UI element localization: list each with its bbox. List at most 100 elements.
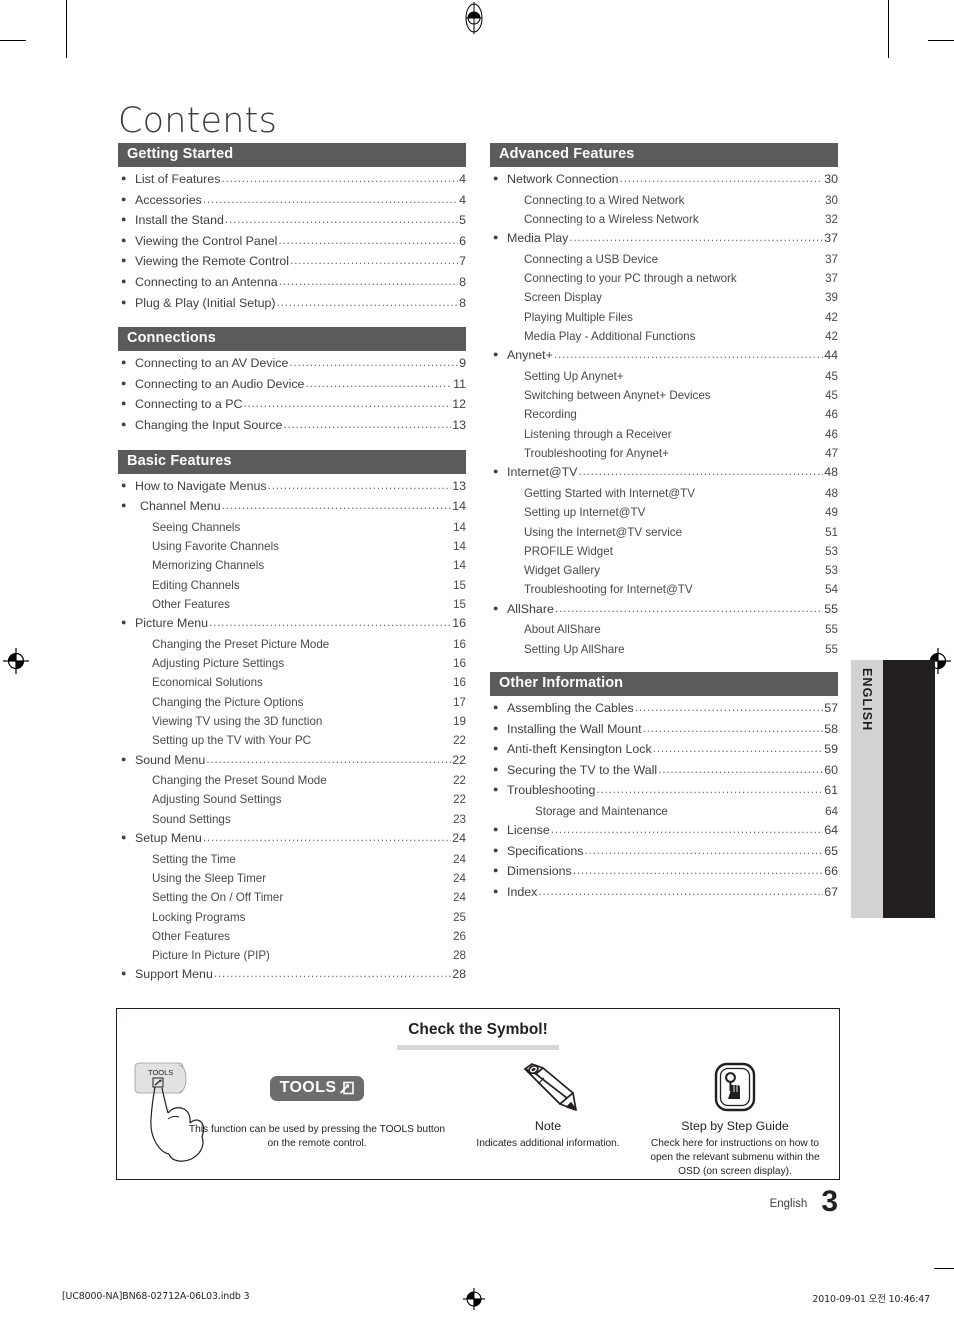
toc-subentry[interactable]: Setting Up Anynet+......................…	[490, 367, 838, 386]
bullet-icon: ●	[121, 173, 127, 183]
toc-subentry[interactable]: Connecting to a Wired Network...........…	[490, 191, 838, 210]
toc-subentry[interactable]: Storage and Maintenance.................…	[490, 802, 838, 821]
toc-subentry[interactable]: Listening through a Receiver............…	[490, 425, 838, 444]
toc-entry[interactable]: ● Plug & Play (Initial Setup)............…	[118, 294, 466, 315]
toc-subentry[interactable]: Adjusting Sound Settings................…	[118, 790, 466, 809]
toc-subentry[interactable]: Widget Gallery..........................…	[490, 561, 838, 580]
toc-subentry[interactable]: Setting up Internet@TV..................…	[490, 503, 838, 522]
toc-entry[interactable]: ● Accessories............................…	[118, 191, 466, 212]
toc-leader-dots: ........................................…	[267, 477, 452, 492]
toc-subentry[interactable]: Switching between Anynet+ Devices.......…	[490, 386, 838, 405]
toc-entry[interactable]: ● Connecting to an Antenna...............…	[118, 273, 466, 294]
toc-subentry[interactable]: Seeing Channels.........................…	[118, 518, 466, 537]
check-the-symbol-box: Check the Symbol! TOOLS TOOLS This funct…	[116, 1008, 840, 1180]
symbol-item-note: Note Indicates additional information.	[455, 1055, 641, 1151]
toc-entry-label: Plug & Play (Initial Setup)	[135, 295, 276, 310]
toc-subentry[interactable]: Setting the On / Off Timer..............…	[118, 888, 466, 907]
bullet-icon: ●	[121, 255, 127, 266]
toc-entry-label: Connecting to an Audio Device	[135, 376, 305, 391]
toc-entry[interactable]: ● Anynet+................................…	[490, 346, 838, 367]
toc-entry[interactable]: ● Viewing the Remote Control.............…	[118, 252, 466, 273]
toc-subentry[interactable]: About AllShare..........................…	[490, 620, 838, 639]
toc-entry-label: Other Features	[152, 929, 230, 943]
bullet-icon: ●	[493, 722, 499, 733]
toc-entry[interactable]: ● Connecting to an Audio Device..........…	[118, 375, 466, 396]
toc-entry-label: Setting the Time	[152, 852, 236, 866]
toc-entry[interactable]: ● Anti-theft Kensington Lock.............…	[490, 740, 838, 761]
toc-subentry[interactable]: Setting up the TV with Your PC..........…	[118, 731, 466, 750]
toc-subentry[interactable]: Locking Programs........................…	[118, 908, 466, 927]
toc-subentry[interactable]: Memorizing Channels.....................…	[118, 556, 466, 575]
toc-entry-label: Viewing TV using the 3D function	[152, 714, 323, 728]
toc-entry[interactable]: ● Connecting to an AV Device.............…	[118, 354, 466, 375]
toc-subentry[interactable]: Using the Sleep Timer...................…	[118, 869, 466, 888]
toc-entry[interactable]: ● Setup Menu.............................…	[118, 829, 466, 850]
toc-subentry[interactable]: Playing Multiple Files..................…	[490, 308, 838, 327]
toc-subentry[interactable]: Troubleshooting for Internet@TV.........…	[490, 580, 838, 599]
toc-entry[interactable]: ● AllShare...............................…	[490, 600, 838, 621]
toc-entry[interactable]: ● Viewing the Control Panel..............…	[118, 232, 466, 253]
toc-entry-label: Connecting to a Wireless Network	[524, 212, 699, 226]
toc-entry-label: Internet@TV	[507, 465, 578, 480]
toc-entry[interactable]: ● Network Connection.....................…	[490, 170, 838, 191]
toc-subentry[interactable]: Economical Solutions....................…	[118, 673, 466, 692]
symbol-item-note-name: Note	[534, 1119, 562, 1133]
toc-subentry[interactable]: Changing the Preset Picture Mode........…	[118, 635, 466, 654]
toc-subentry[interactable]: Using the Internet@TV service...........…	[490, 523, 838, 542]
toc-entry[interactable]: ● Internet@TV............................…	[490, 463, 838, 484]
toc-entry[interactable]: ● Changing the Input Source..............…	[118, 416, 466, 437]
pencil-icon	[524, 1063, 577, 1111]
toc-entry-label: Changing the Input Source	[135, 417, 283, 432]
toc-entry[interactable]: ● Connecting to a PC.....................…	[118, 395, 466, 416]
enter-arrow-icon	[338, 1080, 355, 1096]
toc-subentry[interactable]: Using Favorite Channels.................…	[118, 537, 466, 556]
toc-entry[interactable]: ● Sound Menu.............................…	[118, 751, 466, 772]
toc-subentry[interactable]: Changing the Preset Sound Mode..........…	[118, 771, 466, 790]
toc-subentry[interactable]: Other Features..........................…	[118, 595, 466, 614]
toc-subentry[interactable]: Connecting to a Wireless Network........…	[490, 210, 838, 229]
toc-entry[interactable]: ● How to Navigate Menus..................…	[118, 477, 466, 498]
toc-subentry[interactable]: Setting Up AllShare.....................…	[490, 640, 838, 659]
toc-entry[interactable]: ● Troubleshooting........................…	[490, 781, 838, 802]
symbol-item-note-description: Indicates additional information.	[476, 1138, 620, 1149]
toc-entry[interactable]: ● Media Play.............................…	[490, 229, 838, 250]
toc-entry[interactable]: ● Channel Menu...........................…	[118, 497, 466, 518]
toc-subentry[interactable]: Other Features..........................…	[118, 927, 466, 946]
toc-subentry[interactable]: Getting Started with Internet@TV........…	[490, 484, 838, 503]
toc-entry[interactable]: ● License................................…	[490, 821, 838, 842]
toc-subentry[interactable]: Viewing TV using the 3D function........…	[118, 712, 466, 731]
toc-entry[interactable]: ● Installing the Wall Mount..............…	[490, 720, 838, 741]
toc-entry[interactable]: ● Index..................................…	[490, 883, 838, 904]
toc-entry[interactable]: ● Specifications.........................…	[490, 842, 838, 863]
toc-entry-label: Setting up the TV with Your PC	[152, 734, 311, 748]
bullet-icon: ●	[493, 349, 499, 360]
toc-subentry[interactable]: Connecting to your PC through a network.…	[490, 269, 838, 288]
toc-subentry[interactable]: Adjusting Picture Settings..............…	[118, 654, 466, 673]
toc-subentry[interactable]: Recording...............................…	[490, 405, 838, 424]
toc-leader-dots: ........................................…	[712, 385, 825, 404]
toc-subentry[interactable]: Troubleshooting for Anynet+.............…	[490, 444, 838, 463]
toc-subentry[interactable]: PROFILE Widget..........................…	[490, 542, 838, 561]
toc-leader-dots: ........................................…	[601, 560, 824, 579]
toc-entry[interactable]: ● Assembling the Cables..................…	[490, 699, 838, 720]
toc-subentry[interactable]: Changing the Picture Options............…	[118, 693, 466, 712]
toc-subentry[interactable]: Picture In Picture (PIP)................…	[118, 946, 466, 965]
toc-subentry[interactable]: Connecting a USB Device.................…	[490, 250, 838, 269]
toc-subentry[interactable]: Media Play - Additional Functions.......…	[490, 327, 838, 346]
toc-subentry[interactable]: Editing Channels........................…	[118, 576, 466, 595]
toc-subentry[interactable]: Setting the Time........................…	[118, 850, 466, 869]
toc-entry[interactable]: ● Dimensions.............................…	[490, 862, 838, 883]
toc-entry[interactable]: ● Install the Stand......................…	[118, 211, 466, 232]
toc-entry[interactable]: ● List of Features.......................…	[118, 170, 466, 191]
toc-subentry[interactable]: Sound Settings..........................…	[118, 810, 466, 829]
toc-entry-page-number: 22	[452, 752, 466, 767]
toc-subentry[interactable]: Screen Display..........................…	[490, 288, 838, 307]
toc-entry[interactable]: ● Support Menu...........................…	[118, 965, 466, 986]
toc-leader-dots: ........................................…	[202, 830, 451, 845]
toc-entry[interactable]: ● Securing the TV to the Wall............…	[490, 761, 838, 782]
toc-entry-page-number: 51	[825, 525, 838, 539]
toc-section-body: ● Network Connection.....................…	[490, 167, 838, 659]
toc-entry[interactable]: ● Picture Menu...........................…	[118, 614, 466, 635]
toc-leader-dots: ........................................…	[246, 907, 452, 926]
toc-entry-page-number: 46	[825, 408, 838, 422]
